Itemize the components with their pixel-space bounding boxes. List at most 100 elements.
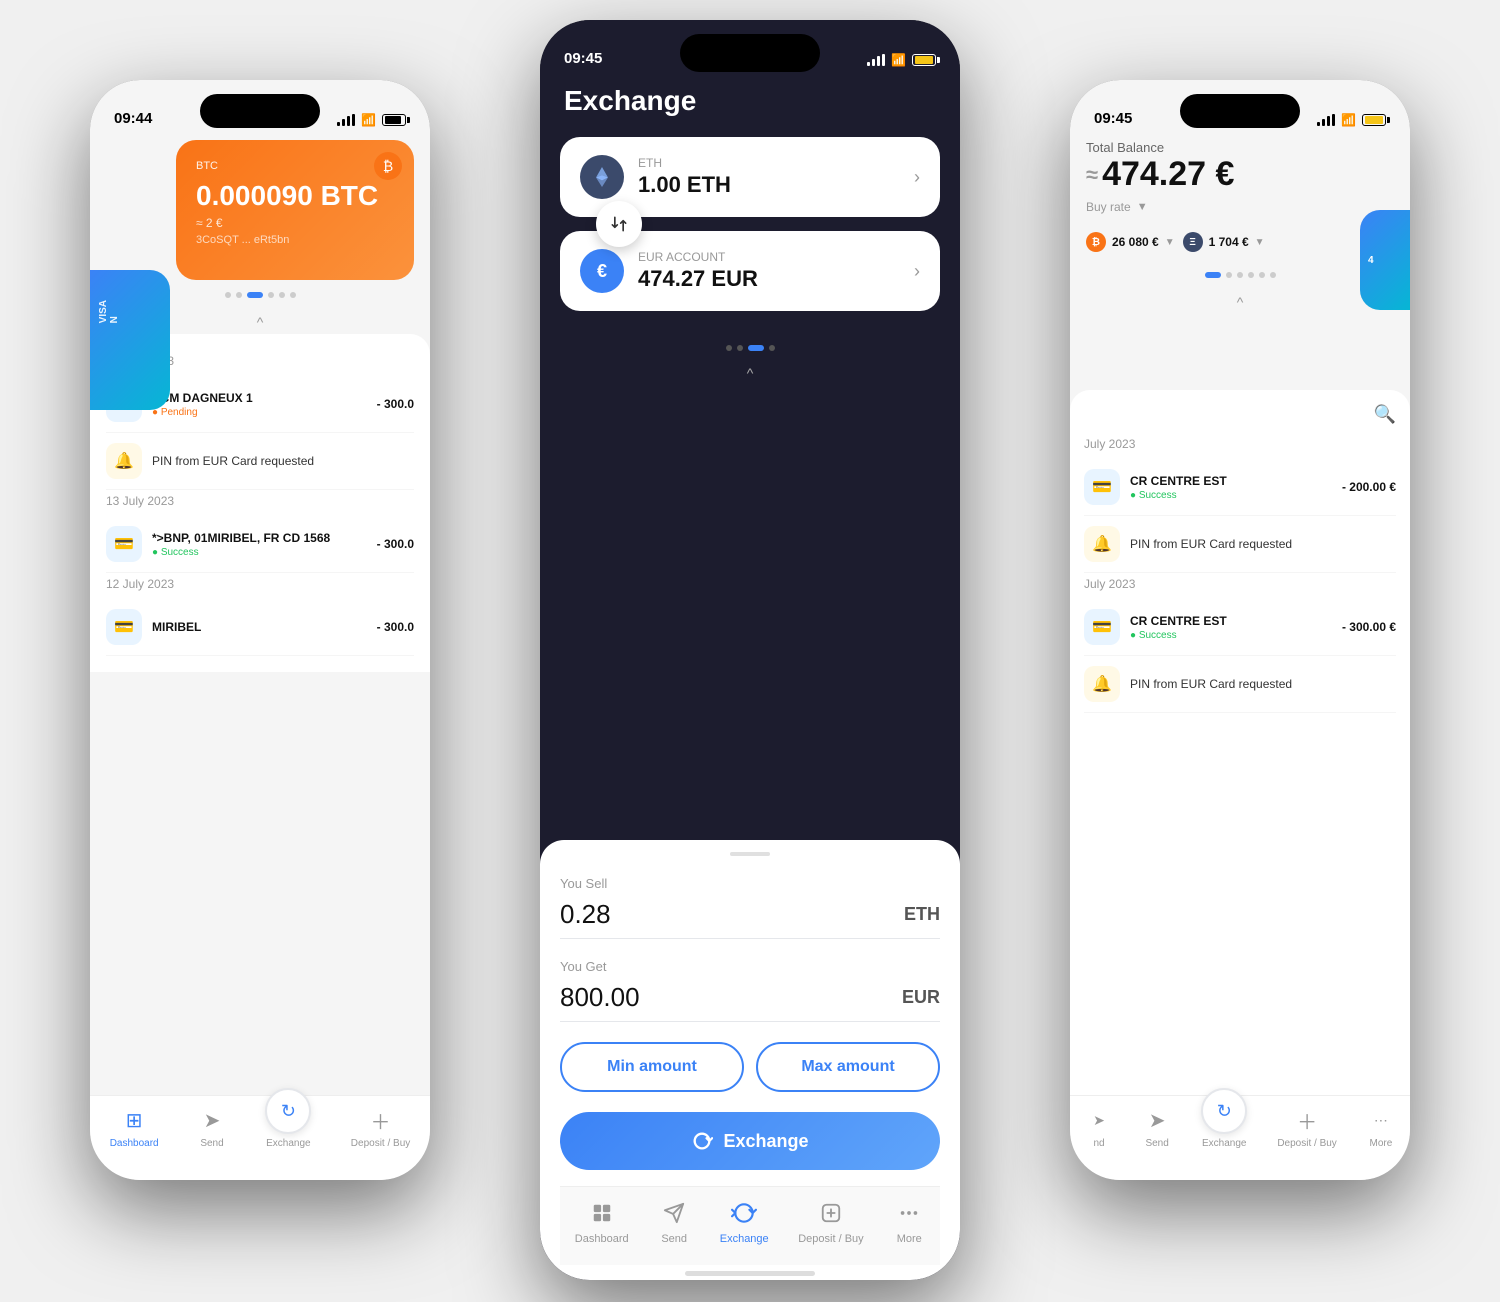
left-card-address: 3CoSQT ... eRt5bn [196,234,394,246]
right-tx-amount-1: - 200.00 € [1342,480,1396,494]
left-send-icon: ➤ [198,1106,226,1134]
right-notif-text-2: PIN from EUR Card requested [1130,677,1292,691]
right-tx-1[interactable]: 💳 CR CENTRE EST ● Success - 200.00 € [1084,459,1396,516]
you-sell-group: You Sell 0.28 ETH [560,876,940,939]
left-n-label: N [109,316,120,323]
right-date-2: July 2023 [1084,573,1396,599]
left-notif-text-1: PIN from EUR Card requested [152,454,314,468]
eur-coin-icon: € [580,249,624,293]
center-phone: 09:45 📶 Exchange [540,20,960,1280]
max-amount-button[interactable]: Max amount [756,1042,940,1092]
home-indicator-bar [685,1271,815,1276]
right-nav-send-nd[interactable]: ➤ nd [1085,1106,1113,1149]
r-dot-1-active [1205,272,1221,278]
left-nav-exchange[interactable]: ↻ Exchange [265,1106,311,1149]
right-nav-deposit[interactable]: ＋ Deposit / Buy [1277,1106,1336,1149]
right-exchange-icon: ↻ [1217,1101,1232,1122]
left-dynamic-island [200,94,320,128]
right-wifi-icon: 📶 [1341,113,1356,127]
btc-rate-value: 26 080 € [1112,235,1159,249]
right-nav-send[interactable]: ➤ Send [1143,1106,1171,1149]
eth-chevron-icon: › [914,167,920,188]
right-search-icon[interactable]: 🔍 [1374,404,1396,425]
dot-1 [225,292,231,298]
center-screen: 09:45 📶 Exchange [540,20,960,1280]
left-exchange-icon-circle: ↻ [265,1088,311,1134]
you-get-value[interactable]: 800.00 [560,982,902,1013]
left-nav-send-label: Send [200,1138,223,1149]
right-tx-name-1: CR CENTRE EST [1130,474,1342,488]
signal-bar-4 [352,114,355,126]
right-notif-icon-2: 🔔 [1084,666,1120,702]
right-bottom-nav: ➤ nd ➤ Send ↻ Exchange ＋ Deposit / Buy [1070,1095,1410,1180]
you-get-label: You Get [560,959,940,974]
right-nav-send-label: Send [1145,1138,1168,1149]
rate-chips: ₿ 26 080 € ▼ Ξ 1 704 € ▼ [1070,224,1410,260]
center-nav-more[interactable]: More [893,1197,925,1245]
eth-coin-info: ETH 1.00 ETH [638,156,914,198]
right-stub-label: 4 [1368,255,1374,266]
center-exchange-icon [728,1197,760,1229]
eth-svg [590,165,614,189]
r-signal-bar-1 [1317,122,1320,126]
right-nav-exchange[interactable]: ↻ Exchange [1201,1106,1247,1149]
you-get-input-row: 800.00 EUR [560,982,940,1022]
right-send-icon: ➤ [1143,1106,1171,1134]
right-status-time: 09:45 [1094,110,1132,127]
right-tx-amount-2: - 300.00 € [1342,620,1396,634]
right-nav-more[interactable]: ⋯ More [1367,1106,1395,1149]
right-tx-info-2: CR CENTRE EST ● Success [1130,614,1342,641]
left-phone: 09:44 📶 VISA [90,80,430,1180]
left-nav-dashboard[interactable]: ⊞ Dashboard [110,1106,159,1149]
center-nav-dashboard[interactable]: Dashboard [575,1197,629,1245]
center-nav-dashboard-label: Dashboard [575,1233,629,1245]
left-tx-3[interactable]: 💳 MIRIBEL - 300.0 [106,599,414,656]
r-dot-6 [1270,272,1276,278]
right-tx-name-2: CR CENTRE EST [1130,614,1342,628]
right-chevron-up[interactable]: ^ [1070,290,1410,314]
left-tx-icon-3: 💳 [106,609,142,645]
left-tx-info-1: CCM DAGNEUX 1 ● Pending [152,391,377,418]
swap-button[interactable] [596,201,642,247]
r-dot-5 [1259,272,1265,278]
right-balance-value: 474.27 € [1102,155,1234,194]
you-sell-value[interactable]: 0.28 [560,899,904,930]
left-signal [337,114,355,126]
right-tx-status-1: ● Success [1130,490,1342,501]
center-nav-exchange[interactable]: Exchange [720,1197,769,1245]
sheet-handle [730,852,770,856]
exchange-title: Exchange [564,85,936,117]
left-nav-dashboard-label: Dashboard [110,1138,159,1149]
dot-6 [290,292,296,298]
center-chevron-up[interactable]: ^ [540,365,960,385]
exchange-button[interactable]: Exchange [560,1112,940,1170]
btc-chip-icon: ₿ [1086,232,1106,252]
left-tx-2[interactable]: 💳 *>BNP, 01MIRIBEL, FR CD 1568 ● Success… [106,516,414,573]
right-battery [1362,114,1386,126]
center-home-indicator [560,1265,940,1280]
right-phone-frame: 09:45 📶 Total Balance [1070,80,1410,1180]
you-get-group: You Get 800.00 EUR [560,959,940,1022]
left-status-time: 09:44 [114,110,152,127]
center-dots [540,325,960,365]
left-visa-label: VISA [98,300,109,323]
center-nav-send-label: Send [661,1233,687,1245]
left-nav-deposit[interactable]: ＋ Deposit / Buy [351,1106,410,1149]
dot-2 [236,292,242,298]
right-tx-status-2: ● Success [1130,630,1342,641]
dot-5 [279,292,285,298]
left-nav-deposit-label: Deposit / Buy [351,1138,410,1149]
bottom-sheet: You Sell 0.28 ETH You Get 800.00 EUR [540,840,960,1280]
you-get-currency: EUR [902,987,940,1008]
left-nav-send[interactable]: ➤ Send [198,1106,226,1149]
right-dynamic-island [1180,94,1300,128]
min-amount-button[interactable]: Min amount [560,1042,744,1092]
right-phone: 09:45 📶 Total Balance [1070,80,1410,1180]
left-card-amount: 0.000090 BTC [196,180,394,212]
center-nav-deposit[interactable]: Deposit / Buy [798,1197,863,1245]
left-btc-card[interactable]: BTC 0.000090 BTC ≈ 2 € 3CoSQT ... eRt5bn… [176,140,414,280]
center-signal [867,54,885,66]
right-tx-2[interactable]: 💳 CR CENTRE EST ● Success - 300.00 € [1084,599,1396,656]
right-nav-more-label: More [1370,1138,1393,1149]
center-nav-send[interactable]: Send [658,1197,690,1245]
